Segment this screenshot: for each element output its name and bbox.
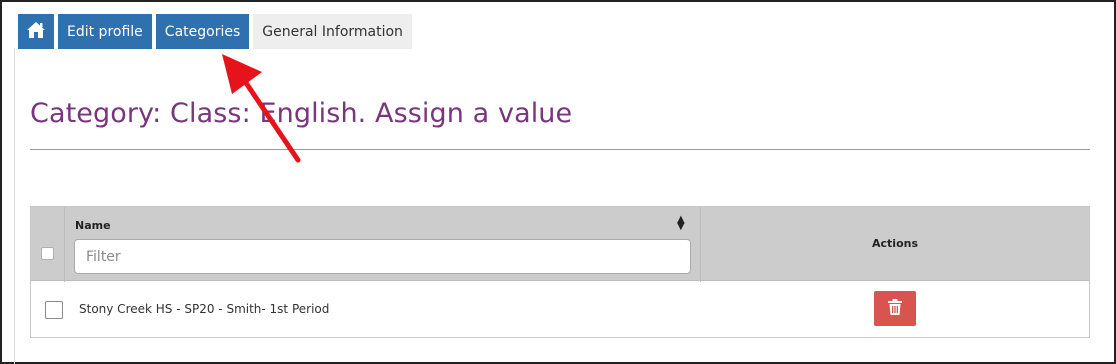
column-header-actions: Actions — [872, 237, 918, 250]
select-all-checkbox[interactable] — [41, 247, 54, 260]
tab-edit-profile[interactable]: Edit profile — [58, 14, 152, 49]
delete-button[interactable] — [874, 291, 916, 326]
column-header-name[interactable]: Name — [75, 219, 111, 232]
table-row: Stony Creek HS - SP20 - Smith- 1st Perio… — [31, 282, 1089, 337]
sort-icon[interactable]: ▲ ▼ — [677, 215, 685, 232]
values-table: Name ▲▼ Actions Stony Creek HS - SP20 - … — [30, 206, 1090, 338]
annotation-arrow — [222, 54, 301, 163]
table-header: Name ▲▼ Actions — [31, 207, 1089, 281]
tab-home[interactable] — [18, 14, 54, 49]
home-icon — [26, 21, 46, 43]
screenshot-frame: Edit profile Categories General Informat… — [0, 0, 1116, 364]
title-divider — [30, 149, 1090, 150]
profile-tabs: Edit profile Categories General Informat… — [18, 14, 412, 49]
row-checkbox[interactable] — [45, 301, 63, 319]
tab-general-information[interactable]: General Information — [253, 14, 412, 49]
tab-categories[interactable]: Categories — [155, 14, 250, 49]
content-left-border — [14, 48, 15, 364]
trash-icon — [888, 298, 902, 319]
name-filter-input[interactable] — [74, 239, 691, 274]
row-name-cell: Stony Creek HS - SP20 - Smith- 1st Perio… — [79, 302, 330, 316]
